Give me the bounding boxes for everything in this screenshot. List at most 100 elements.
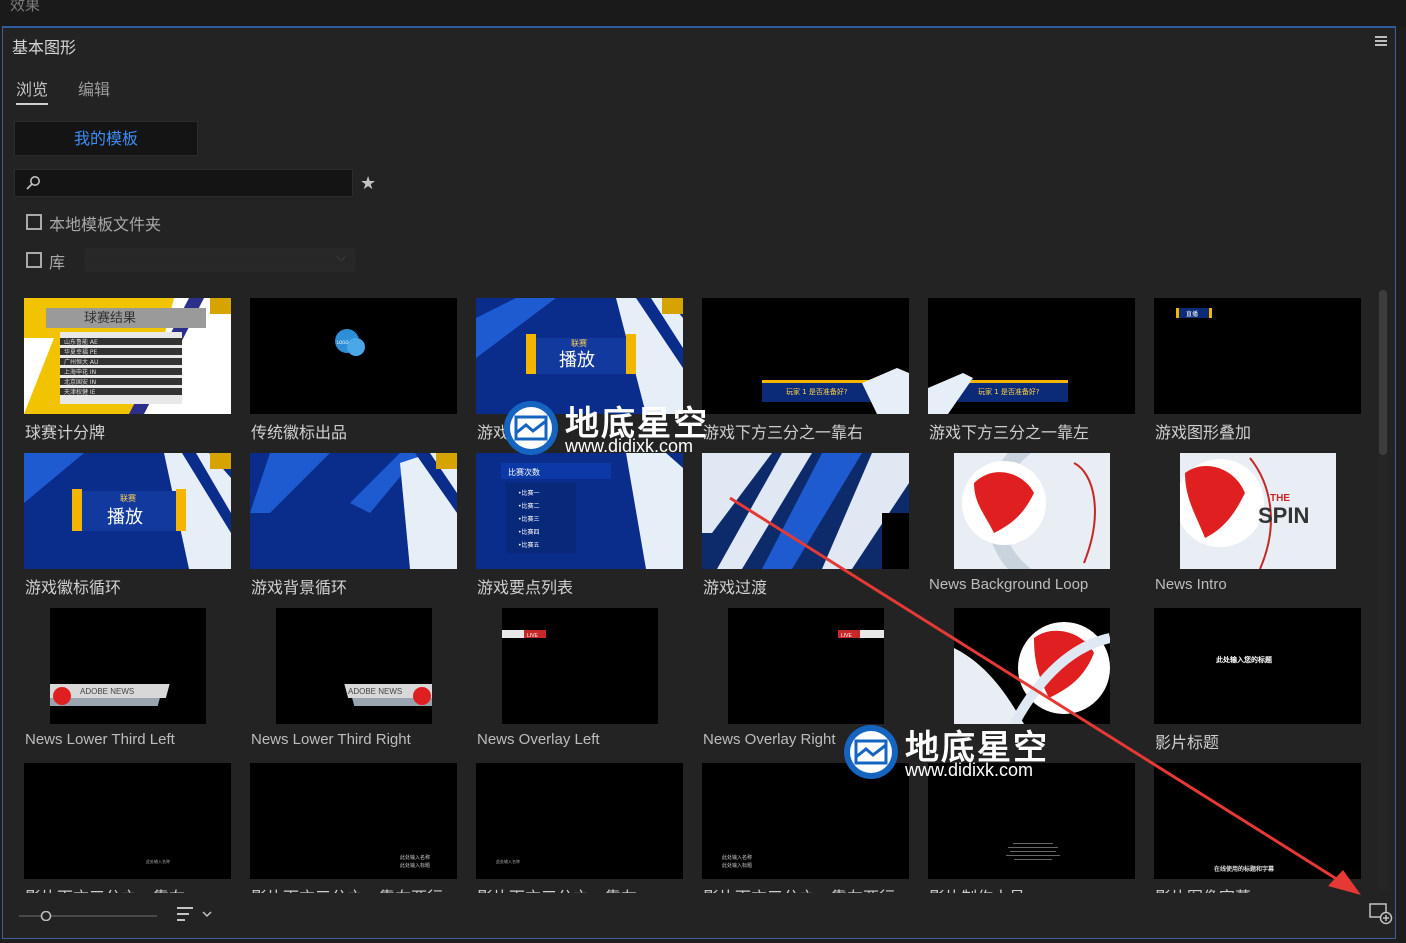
template-item[interactable]: 在线使用的标题和字幕 影片图像字幕	[1150, 763, 1361, 893]
template-caption: 游戏下方三分之一靠右	[703, 423, 864, 442]
svg-text:玩家 1 是否准备好?: 玩家 1 是否准备好?	[978, 387, 1040, 396]
template-thumbnail	[702, 453, 909, 569]
template-caption: 游戏要点列表	[477, 578, 574, 597]
svg-text:此处输入名称: 此处输入名称	[400, 854, 430, 861]
template-item[interactable]: LIVE News Overlay Right	[698, 608, 905, 753]
template-item[interactable]: 此处输入名称 此处输入标题 影片下方三分之一靠左两行	[698, 763, 909, 893]
tab-browse[interactable]: 浏览	[16, 76, 49, 105]
template-thumbnail: 玩家 1 是否准备好?	[702, 298, 909, 414]
my-templates-button[interactable]: 我的模板	[14, 121, 198, 156]
thumbnail-size-slider[interactable]	[19, 911, 159, 921]
template-thumbnail: 球赛结果 山东鲁能 AE 华夏幸福 PE 广州恒大 AU 上海申花 IN 北京国…	[24, 298, 231, 414]
template-caption: 影片制作人员	[929, 884, 1025, 893]
svg-text:此处输入标题: 此处输入标题	[400, 862, 430, 869]
template-thumbnail	[954, 608, 1110, 724]
template-thumbnail: 联赛 播放	[24, 453, 231, 569]
svg-text:天津权健 IE: 天津权健 IE	[64, 388, 96, 396]
essential-graphics-panel: 基本图形 浏览 编辑 我的模板 ★ 本地模板文件夹 库 ⌵ 球赛结果 山东鲁能 …	[2, 26, 1396, 939]
template-thumbnail	[928, 763, 1135, 879]
template-item[interactable]: ADOBE NEWS News Lower Third Left	[20, 608, 227, 753]
library-checkbox[interactable]	[26, 252, 42, 268]
svg-text:•比赛二: •比赛二	[518, 502, 540, 510]
template-item[interactable]: 此处输入名称 影片下方三分之一靠左	[472, 763, 683, 893]
svg-text:山东鲁能 AE: 山东鲁能 AE	[64, 338, 98, 346]
svg-text:比赛次数: 比赛次数	[508, 467, 540, 477]
template-item[interactable]	[924, 608, 1131, 753]
template-caption: 影片下方三分之一靠左两行	[703, 884, 895, 893]
svg-text:•比赛三: •比赛三	[518, 515, 540, 523]
template-item[interactable]: 联赛 播放 游戏徽标循环	[20, 453, 231, 598]
template-thumbnail: LIVE	[728, 608, 884, 724]
template-item[interactable]: LOGO 传统徽标出品	[246, 298, 457, 443]
bottom-toolbar	[3, 894, 1395, 939]
template-item[interactable]: 此处输入您的标题 影片标题	[1150, 608, 1361, 753]
effects-panel-tab-strip: 效果	[0, 0, 1406, 26]
template-item[interactable]: 比赛次数 •比赛一 •比赛二 •比赛三 •比赛四 •比赛五 游戏要点列表	[472, 453, 683, 598]
template-thumbnail: 直播	[1154, 298, 1361, 414]
template-item[interactable]: 球赛结果 山东鲁能 AE 华夏幸福 PE 广州恒大 AU 上海申花 IN 北京国…	[20, 298, 231, 443]
template-item[interactable]: 直播 游戏图形叠加	[1150, 298, 1361, 443]
svg-text:在线使用的标题和字幕: 在线使用的标题和字幕	[1214, 865, 1275, 873]
template-item[interactable]: 此处输入名称 此处输入标题 影片下方三分之一靠右两行	[246, 763, 457, 893]
svg-text:ADOBE NEWS: ADOBE NEWS	[80, 687, 134, 696]
library-dropdown[interactable]: ⌵	[85, 248, 355, 272]
svg-text:LOGO: LOGO	[337, 340, 348, 345]
template-thumbnail: 联赛 播放	[476, 298, 683, 414]
svg-text:LIVE: LIVE	[527, 633, 539, 639]
template-caption: 游戏徽标循环	[25, 578, 122, 597]
template-item[interactable]: 游戏背景循环	[246, 453, 457, 598]
search-input[interactable]	[14, 169, 353, 197]
template-item[interactable]: 游戏过渡	[698, 453, 909, 598]
svg-text:上海申花 IN: 上海申花 IN	[64, 368, 96, 376]
svg-text:SPIN: SPIN	[1258, 503, 1309, 528]
svg-text:•比赛五: •比赛五	[518, 541, 540, 549]
new-item-icon[interactable]	[1369, 902, 1393, 926]
template-item[interactable]: 联赛 播放 游戏徽标	[472, 298, 683, 443]
template-item[interactable]: 此处输入名称 影片下方三分之一靠右	[20, 763, 231, 893]
template-caption: 影片下方三分之一靠右两行	[251, 884, 443, 893]
effects-panel-title[interactable]: 效果	[10, 0, 40, 15]
template-item[interactable]: 玩家 1 是否准备好? 游戏下方三分之一靠右	[698, 298, 909, 443]
favorites-star-icon[interactable]: ★	[360, 173, 376, 194]
template-caption: 游戏下方三分之一靠左	[929, 423, 1090, 442]
svg-text:直播: 直播	[1186, 310, 1198, 318]
template-item[interactable]: 影片制作人员	[924, 763, 1135, 893]
panel-menu-icon[interactable]	[1375, 36, 1387, 46]
tab-edit[interactable]: 编辑	[78, 76, 110, 100]
template-caption: 影片下方三分之一靠右	[25, 884, 185, 893]
template-item[interactable]: LIVE News Overlay Left	[472, 608, 679, 753]
template-thumbnail: 在线使用的标题和字幕	[1154, 763, 1361, 879]
sort-list-icon[interactable]	[175, 904, 215, 924]
grid-scrollbar[interactable]	[1378, 290, 1388, 890]
svg-text:广州恒大 AU: 广州恒大 AU	[64, 358, 98, 366]
template-caption: News Intro	[1155, 576, 1227, 593]
library-label: 库	[49, 253, 66, 272]
svg-text:北京国安 IN: 北京国安 IN	[64, 378, 96, 386]
search-icon	[26, 176, 40, 190]
template-caption: 影片下方三分之一靠左	[477, 884, 637, 893]
template-thumbnail: ADOBE NEWS	[276, 608, 432, 724]
svg-text:联赛: 联赛	[120, 493, 136, 503]
local-templates-checkbox[interactable]	[26, 214, 42, 230]
template-caption: 影片标题	[1155, 733, 1220, 752]
svg-text:•比赛四: •比赛四	[518, 528, 540, 536]
svg-text:玩家 1 是否准备好?: 玩家 1 是否准备好?	[786, 387, 848, 396]
svg-text:此处输入名称: 此处输入名称	[146, 858, 170, 864]
template-item[interactable]: THE SPIN News Intro	[1150, 453, 1357, 598]
template-caption: 传统徽标出品	[251, 423, 348, 442]
template-thumbnail	[954, 453, 1110, 569]
template-item[interactable]: News Background Loop	[924, 453, 1131, 598]
svg-text:此处输入名称: 此处输入名称	[496, 858, 520, 864]
template-thumbnail: THE SPIN	[1180, 453, 1336, 569]
template-caption: 游戏过渡	[703, 578, 768, 597]
template-item[interactable]: ADOBE NEWS News Lower Third Right	[246, 608, 453, 753]
template-thumbnail: 此处输入名称	[476, 763, 683, 879]
svg-text:此处输入您的标题: 此处输入您的标题	[1216, 655, 1273, 664]
template-thumbnail: LIVE	[502, 608, 658, 724]
template-item[interactable]: 玩家 1 是否准备好? 游戏下方三分之一靠左	[924, 298, 1135, 443]
template-thumbnail: LOGO	[250, 298, 457, 414]
template-caption: News Overlay Right	[703, 731, 836, 748]
template-caption: 游戏背景循环	[251, 578, 348, 597]
scrollbar-thumb[interactable]	[1379, 290, 1387, 455]
template-thumbnail: 此处输入您的标题	[1154, 608, 1361, 724]
